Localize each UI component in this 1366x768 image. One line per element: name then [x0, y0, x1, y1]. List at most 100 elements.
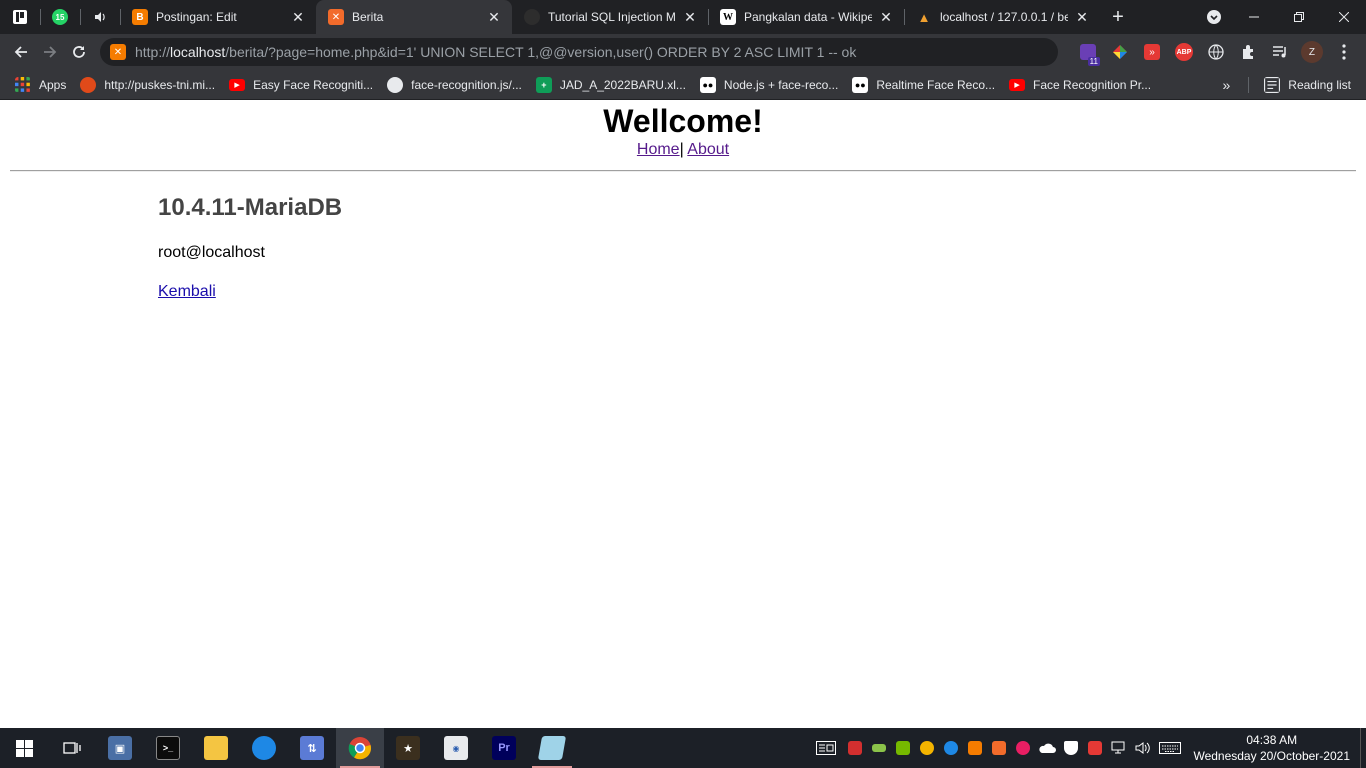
extension-button[interactable]: ABP [1168, 36, 1200, 68]
bookmark-face-recognition-pr[interactable]: ▶ Face Recognition Pr... [1002, 73, 1158, 97]
tray-app-button[interactable] [939, 728, 963, 768]
bookmarks-bar: Apps http://puskes-tni.mi... ▶ Easy Face… [0, 70, 1366, 100]
tray-app-button[interactable] [915, 728, 939, 768]
tab-pangkalan-data[interactable]: W Pangkalan data - Wikipe ✕ [708, 0, 904, 34]
app-orange-icon [968, 741, 983, 755]
close-window-button[interactable] [1321, 0, 1366, 34]
xampp-icon [992, 741, 1007, 755]
security-button[interactable] [1059, 728, 1083, 768]
tab-localhost-phpmyadmin[interactable]: ▲ localhost / 127.0.0.1 / be ✕ [904, 0, 1100, 34]
tab-close-icon[interactable]: ✕ [1074, 9, 1090, 25]
taskbar-app-network[interactable]: ⇅ [288, 728, 336, 768]
pinned-tab-audio[interactable] [80, 0, 120, 34]
network-tray-button[interactable] [1107, 728, 1131, 768]
nav-about-link[interactable]: About [687, 141, 729, 158]
onedrive-button[interactable] [1035, 728, 1059, 768]
profile-button[interactable]: Z [1296, 36, 1328, 68]
bookmark-puskes[interactable]: http://puskes-tni.mi... [73, 73, 222, 97]
volume-button[interactable] [1131, 728, 1155, 768]
extensions-menu-button[interactable] [1232, 36, 1264, 68]
task-view-button[interactable] [48, 728, 96, 768]
bookmark-label: JAD_A_2022BARU.xl... [559, 77, 686, 92]
extension-button[interactable]: 11 [1072, 36, 1104, 68]
tray-app-button[interactable] [1083, 728, 1107, 768]
page-title: Wellcome! [603, 103, 763, 139]
colorful-cloud-icon [1016, 741, 1031, 755]
notes-app-icon [537, 736, 567, 760]
folder-icon [204, 736, 228, 760]
tray-app-button[interactable] [1011, 728, 1035, 768]
bookmark-nodejs-face[interactable]: ●● Node.js + face-reco... [693, 73, 845, 97]
clock-time: 04:38 AM [1246, 733, 1298, 747]
browser-toolbar: ✕ http://localhost/berita/?page=home.php… [0, 34, 1366, 70]
back-link[interactable]: Kembali [158, 283, 216, 301]
tab-postingan-edit[interactable]: B Postingan: Edit ✕ [120, 0, 316, 34]
news-tray-button[interactable] [809, 728, 843, 768]
chrome-menu-button[interactable] [1328, 36, 1360, 68]
keyboard-icon [1159, 742, 1182, 754]
url-scheme: http:// [134, 44, 171, 60]
nav-home-link[interactable]: Home [637, 141, 680, 158]
tray-app-button[interactable] [891, 728, 915, 768]
taskbar-app-game[interactable]: ★ [384, 728, 432, 768]
back-button[interactable] [6, 36, 35, 68]
taskbar-app-chrome[interactable] [336, 728, 384, 768]
chevron-down-icon [1207, 10, 1221, 24]
clock-date: Wednesday 20/October-2021 [1193, 749, 1350, 763]
bookmark-jad-spreadsheet[interactable]: + JAD_A_2022BARU.xl... [529, 73, 693, 97]
puskes-icon [80, 76, 97, 93]
tab-title: Berita [352, 10, 384, 24]
red-fox-icon [848, 741, 863, 755]
tray-app-button[interactable] [867, 728, 891, 768]
reload-button[interactable] [65, 36, 94, 68]
bookmark-apps[interactable]: Apps [8, 73, 73, 97]
reading-list-button[interactable]: Reading list [1257, 73, 1358, 97]
windows-logo-icon [15, 739, 33, 757]
keyboard-button[interactable] [1155, 728, 1185, 768]
more-bookmarks-button[interactable]: » [1213, 77, 1241, 93]
game-icon: ★ [396, 736, 420, 760]
bookmark-face-recognition-js[interactable]: face-recognition.js/... [380, 73, 529, 97]
pinned-tab-app[interactable] [0, 0, 40, 34]
show-desktop-button[interactable] [1360, 728, 1366, 768]
bookmark-easy-face-recognition[interactable]: ▶ Easy Face Recogniti... [222, 73, 380, 97]
tray-app-button[interactable] [987, 728, 1011, 768]
apps-grid-icon [15, 76, 30, 92]
start-button[interactable] [0, 728, 48, 768]
extension-button[interactable]: » [1136, 36, 1168, 68]
taskbar-app-media[interactable]: ◉ [432, 728, 480, 768]
tab-search-button[interactable] [1197, 0, 1231, 34]
clock[interactable]: 04:38 AM Wednesday 20/October-2021 [1185, 732, 1360, 764]
divider [1248, 76, 1250, 93]
media-controls-button[interactable] [1264, 36, 1296, 68]
browser-tab-strip: 15 B Postingan: Edit ✕ ✕ Berita ✕ Tutori… [0, 0, 1366, 34]
tab-close-icon[interactable]: ✕ [878, 9, 894, 25]
taskbar-app-file-explorer[interactable] [192, 728, 240, 768]
forward-button[interactable] [35, 36, 64, 68]
new-tab-button[interactable]: + [1100, 0, 1136, 34]
extension-button[interactable] [1104, 36, 1136, 68]
tab-close-icon[interactable]: ✕ [486, 9, 502, 25]
taskbar-app-edge[interactable] [240, 728, 288, 768]
chrome-canary-icon [944, 741, 959, 755]
tray-app-button[interactable] [843, 728, 867, 768]
restore-button[interactable] [1276, 0, 1321, 34]
pinned-tab-whatsapp[interactable]: 15 [40, 0, 80, 34]
tray-app-button[interactable] [963, 728, 987, 768]
xampp-icon: ✕ [109, 44, 126, 60]
tab-close-icon[interactable]: ✕ [290, 9, 306, 25]
tab-close-icon[interactable]: ✕ [682, 9, 698, 25]
taskbar-app-terminal[interactable]: >_ [144, 728, 192, 768]
tab-tutorial-sql-injection[interactable]: Tutorial SQL Injection Ma ✕ [512, 0, 708, 34]
extension-button[interactable] [1200, 36, 1232, 68]
taskbar-app-premiere[interactable]: Pr [480, 728, 528, 768]
tab-berita[interactable]: ✕ Berita ✕ [316, 0, 512, 34]
minimize-button[interactable] [1231, 0, 1276, 34]
taskbar-app-notes[interactable] [528, 728, 576, 768]
bookmark-realtime-face[interactable]: ●● Realtime Face Reco... [845, 73, 1002, 97]
blogger-icon: B [132, 9, 148, 25]
youtube-icon: ▶ [229, 78, 246, 91]
address-bar[interactable]: ✕ http://localhost/berita/?page=home.php… [99, 38, 1058, 66]
taskbar-app-explorer-tool[interactable]: ▣ [96, 728, 144, 768]
puzzle-icon [1242, 45, 1253, 59]
